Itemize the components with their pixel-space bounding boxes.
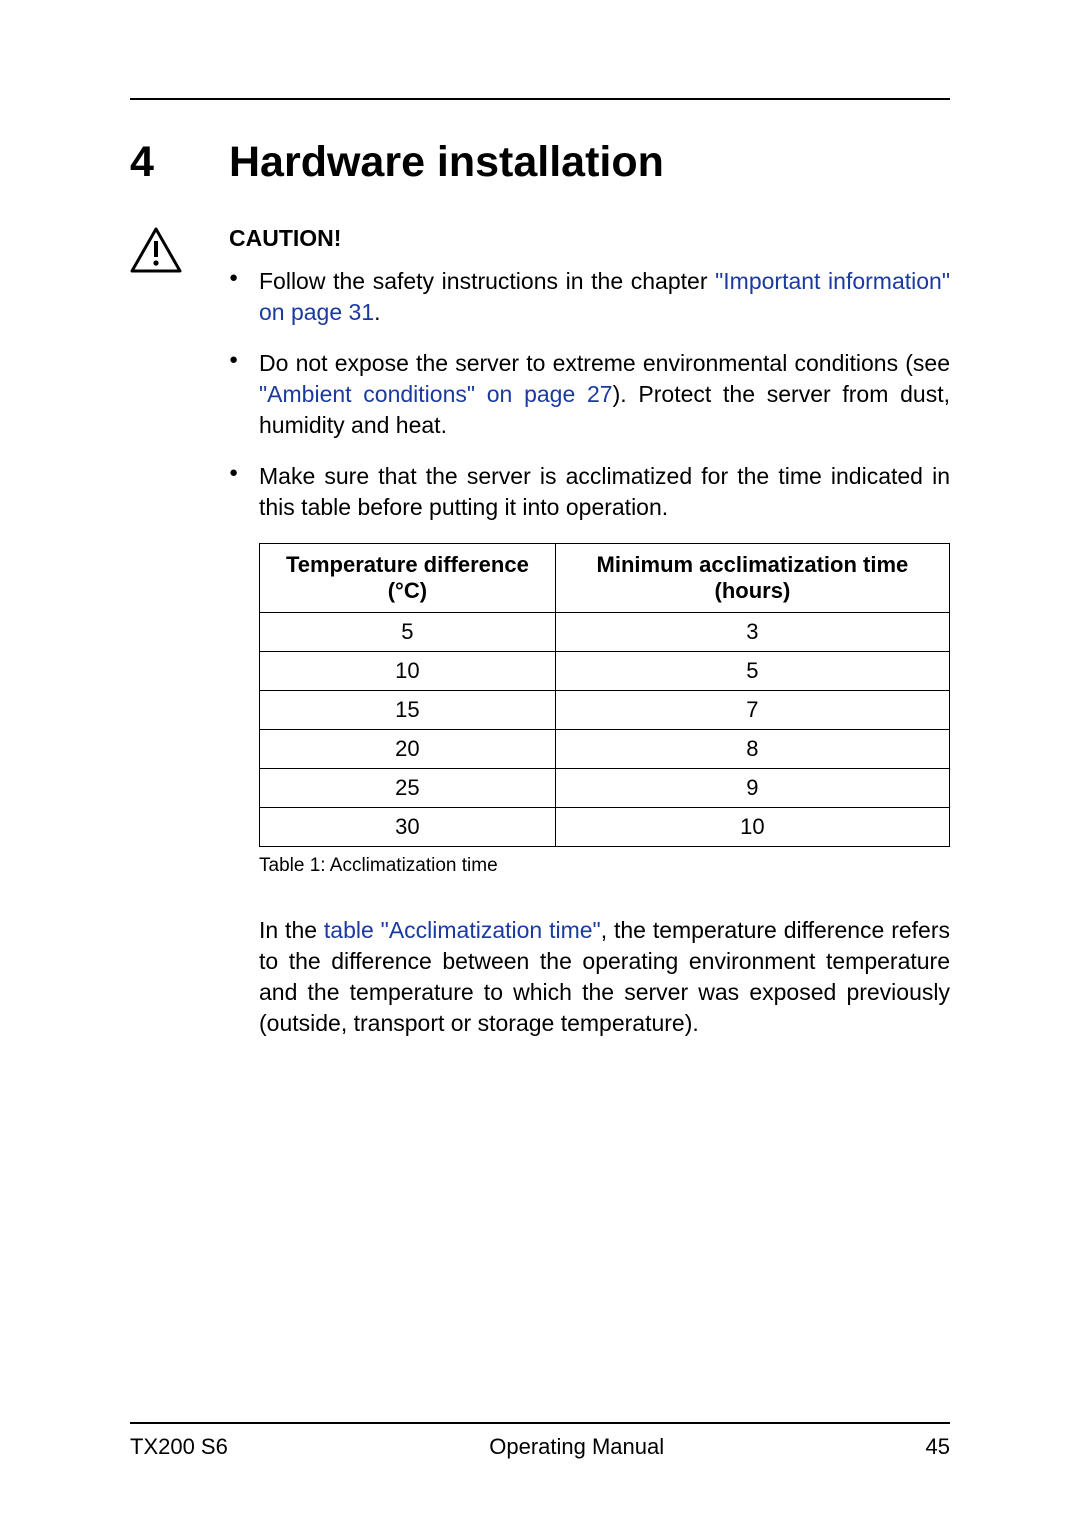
caution-bullet-2: Do not expose the server to extreme envi… bbox=[229, 348, 950, 441]
caution-bullet-3: Make sure that the server is acclimatize… bbox=[229, 461, 950, 523]
table-cell: 5 bbox=[555, 652, 949, 691]
table-row: 30 10 bbox=[260, 808, 950, 847]
table-cell: 10 bbox=[260, 652, 556, 691]
acclimatization-table-link[interactable]: table "Acclimatization time" bbox=[324, 917, 601, 943]
table-row: 10 5 bbox=[260, 652, 950, 691]
acclimatization-table-wrap: Temperature difference (°C) Minimum accl… bbox=[259, 543, 950, 847]
footer-row: TX200 S6 Operating Manual 45 bbox=[130, 1434, 950, 1460]
table-cell: 10 bbox=[555, 808, 949, 847]
caution-icon bbox=[130, 227, 182, 273]
table-row: 15 7 bbox=[260, 691, 950, 730]
caution-block: CAUTION! Follow the safety instructions … bbox=[130, 225, 950, 1040]
bullet-1-pretext: Follow the safety instructions in the ch… bbox=[259, 268, 715, 294]
followup-pre: In the bbox=[259, 917, 324, 943]
caution-label: CAUTION! bbox=[229, 225, 950, 252]
page-footer: TX200 S6 Operating Manual 45 bbox=[130, 1422, 950, 1460]
bullet-3-text: Make sure that the server is acclimatize… bbox=[259, 463, 950, 520]
chapter-number: 4 bbox=[130, 138, 229, 187]
table-cell: 15 bbox=[260, 691, 556, 730]
footer-page-number: 45 bbox=[926, 1434, 950, 1460]
footer-model: TX200 S6 bbox=[130, 1434, 228, 1460]
bullet-2-pretext: Do not expose the server to extreme envi… bbox=[259, 350, 950, 376]
caution-icon-column bbox=[130, 225, 229, 278]
table-cell: 25 bbox=[260, 769, 556, 808]
chapter-heading: 4 Hardware installation bbox=[130, 138, 950, 187]
table-caption: Table 1: Acclimatization time bbox=[259, 855, 950, 877]
chapter-title: Hardware installation bbox=[229, 138, 664, 187]
ambient-conditions-link[interactable]: "Ambient conditions" on page 27 bbox=[259, 381, 613, 407]
acclimatization-table: Temperature difference (°C) Minimum accl… bbox=[259, 543, 950, 847]
footer-title: Operating Manual bbox=[228, 1434, 926, 1460]
bullet-1-posttext: . bbox=[374, 299, 380, 325]
table-header-row: Temperature difference (°C) Minimum accl… bbox=[260, 544, 950, 613]
followup-paragraph: In the table "Acclimatization time", the… bbox=[259, 915, 950, 1039]
table-cell: 8 bbox=[555, 730, 949, 769]
header-rule bbox=[130, 98, 950, 100]
table-cell: 9 bbox=[555, 769, 949, 808]
table-cell: 7 bbox=[555, 691, 949, 730]
caution-bullet-list: Follow the safety instructions in the ch… bbox=[229, 266, 950, 523]
table-cell: 30 bbox=[260, 808, 556, 847]
table-cell: 20 bbox=[260, 730, 556, 769]
footer-rule bbox=[130, 1422, 950, 1424]
table-cell: 5 bbox=[260, 613, 556, 652]
table-row: 20 8 bbox=[260, 730, 950, 769]
table-header-time: Minimum acclimatization time (hours) bbox=[555, 544, 949, 613]
table-row: 5 3 bbox=[260, 613, 950, 652]
table-header-temp: Temperature difference (°C) bbox=[260, 544, 556, 613]
caution-bullet-1: Follow the safety instructions in the ch… bbox=[229, 266, 950, 328]
table-cell: 3 bbox=[555, 613, 949, 652]
caution-content: CAUTION! Follow the safety instructions … bbox=[229, 225, 950, 1040]
table-row: 25 9 bbox=[260, 769, 950, 808]
